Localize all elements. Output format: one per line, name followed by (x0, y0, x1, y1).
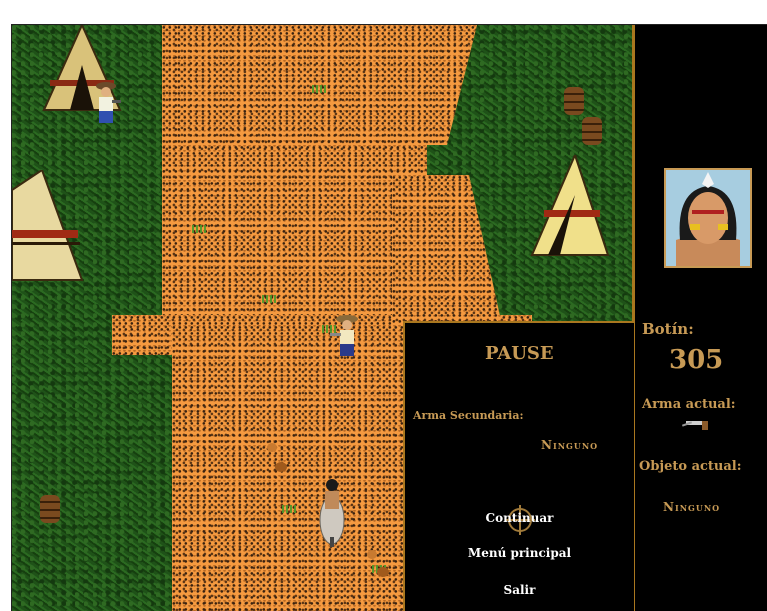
bandit-enemy (96, 82, 121, 123)
character-portrait (664, 168, 752, 268)
grass-tuft (192, 225, 206, 233)
current-item-label: Objeto actual: (639, 459, 742, 474)
game-frame: Botín: 305 Arma actual: Objeto actual: N… (11, 24, 767, 611)
current-item-value: Ninguno (663, 500, 721, 514)
grass-tuft (262, 295, 276, 303)
grass-tuft (312, 85, 326, 93)
current-weapon-label: Arma actual: (642, 397, 736, 412)
revolver-icon (682, 421, 708, 430)
loot-value: 305 (669, 345, 724, 375)
barrel (582, 117, 602, 145)
player-rider-on-horse (319, 479, 345, 547)
secondary-weapon-label: Arma Secundaria: (413, 409, 524, 422)
menu-continue[interactable]: Continuar (405, 511, 634, 525)
menu-quit[interactable]: Salir (405, 583, 634, 597)
hud-sidebar: Botín: 305 Arma actual: Objeto actual: N… (635, 25, 767, 611)
dirt-trail (392, 175, 502, 325)
pause-dialog: PAUSE Arma Secundaria: Ninguno Continuar… (403, 321, 634, 611)
loot-pouch (367, 550, 377, 559)
loot-pouch (275, 462, 287, 472)
loot-pouch (377, 567, 389, 577)
teepee-icon (12, 170, 84, 281)
bandit-enemy (330, 315, 358, 356)
barrel (40, 495, 60, 523)
barrel (564, 87, 584, 115)
loot-label: Botín: (642, 320, 694, 338)
loot-pouch (267, 443, 277, 452)
teepee-icon (530, 155, 610, 256)
grass-tuft (282, 505, 296, 513)
menu-main-menu[interactable]: Menú principal (405, 546, 634, 560)
pause-title: PAUSE (485, 343, 554, 364)
chief-portrait-icon (676, 172, 740, 266)
dirt-trail (177, 25, 477, 145)
secondary-weapon-value: Ninguno (541, 438, 599, 452)
